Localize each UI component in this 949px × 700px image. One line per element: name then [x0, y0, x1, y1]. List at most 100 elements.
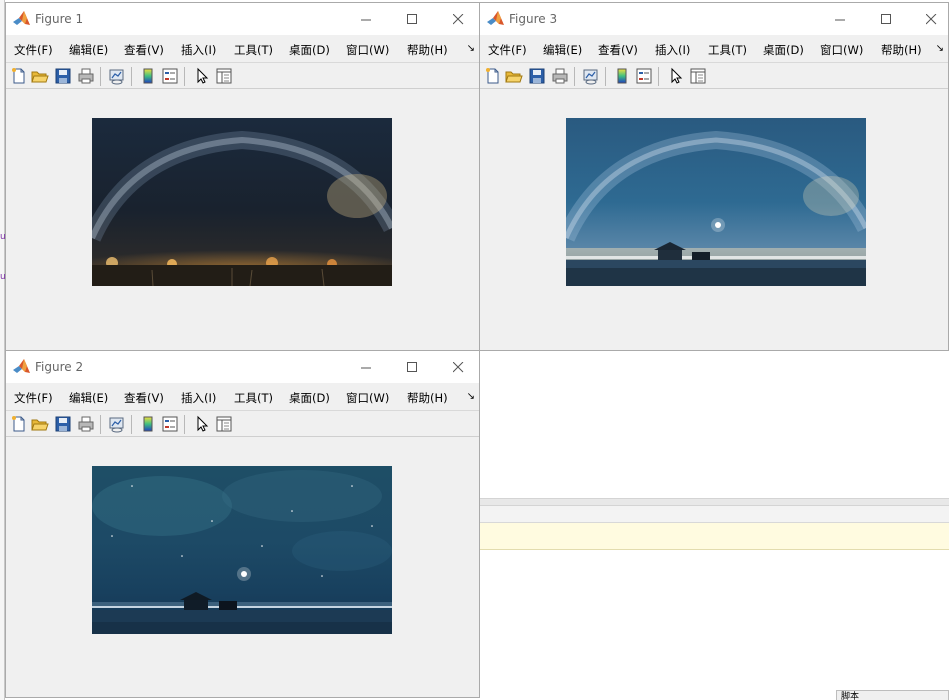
figure-canvas[interactable] — [6, 438, 479, 697]
menu-edit[interactable]: 编辑(E) — [69, 390, 108, 406]
close-button[interactable] — [908, 3, 948, 35]
figure-3-window[interactable]: Figure 3 文件(F) 编辑(E) 查看(V) 插入(I) 工具(T) 桌… — [479, 2, 949, 351]
menu-overflow-button[interactable]: ↘ — [467, 43, 475, 54]
print-button[interactable] — [77, 415, 95, 433]
menu-overflow-button[interactable]: ↘ — [936, 43, 944, 54]
insert-legend-icon — [162, 68, 178, 84]
property-inspector-button[interactable] — [689, 67, 707, 85]
print-icon — [78, 68, 94, 84]
matlab-logo-icon — [13, 11, 30, 25]
minimize-button[interactable] — [343, 351, 389, 383]
new-figure-button[interactable] — [484, 67, 502, 85]
menu-insert[interactable]: 插入(I) — [655, 42, 690, 58]
edit-plot-button[interactable] — [667, 67, 685, 85]
link-plot-button[interactable] — [108, 67, 126, 85]
edit-plot-pointer-icon — [197, 67, 209, 84]
menu-bar: 文件(F) 编辑(E) 查看(V) 插入(I) 工具(T) 桌面(D) 窗口(W… — [6, 383, 479, 410]
close-icon — [452, 13, 463, 24]
edit-plot-pointer-icon — [671, 67, 683, 84]
menu-help[interactable]: 帮助(H) — [407, 390, 448, 406]
menu-tools[interactable]: 工具(T) — [708, 42, 747, 58]
menu-tools[interactable]: 工具(T) — [234, 390, 273, 406]
menu-insert[interactable]: 插入(I) — [181, 390, 216, 406]
menu-overflow-button[interactable]: ↘ — [467, 391, 475, 402]
menu-tools[interactable]: 工具(T) — [234, 42, 273, 58]
figure-1-window[interactable]: Figure 1 文件(F) 编辑(E) 查看(V) 插入(I) 工具(T) 桌… — [5, 2, 480, 351]
link-plot-icon — [583, 69, 598, 85]
toolbar-separator — [100, 415, 101, 434]
link-plot-icon — [109, 69, 124, 85]
maximize-button[interactable] — [389, 3, 435, 35]
menu-desktop[interactable]: 桌面(D) — [289, 42, 330, 58]
menu-help[interactable]: 帮助(H) — [407, 42, 448, 58]
menu-insert[interactable]: 插入(I) — [181, 42, 216, 58]
figure-toolbar — [480, 62, 948, 89]
insert-legend-button[interactable] — [161, 67, 179, 85]
open-file-button[interactable] — [505, 67, 523, 85]
menu-desktop[interactable]: 桌面(D) — [763, 42, 804, 58]
link-plot-button[interactable] — [108, 415, 126, 433]
save-button[interactable] — [54, 415, 72, 433]
menu-view[interactable]: 查看(V) — [124, 42, 164, 58]
maximize-button[interactable] — [389, 351, 435, 383]
menu-view[interactable]: 查看(V) — [124, 390, 164, 406]
title-bar[interactable]: Figure 2 — [6, 351, 479, 383]
minimize-button[interactable] — [343, 3, 389, 35]
insert-legend-button[interactable] — [161, 415, 179, 433]
new-figure-button[interactable] — [10, 67, 28, 85]
title-bar[interactable]: Figure 3 — [480, 3, 948, 35]
menu-view[interactable]: 查看(V) — [598, 42, 638, 58]
print-icon — [78, 416, 94, 432]
edit-plot-button[interactable] — [193, 415, 211, 433]
minimize-button[interactable] — [817, 3, 863, 35]
menu-window[interactable]: 窗口(W) — [346, 42, 389, 58]
insert-colorbar-button[interactable] — [139, 67, 157, 85]
menu-window[interactable]: 窗口(W) — [346, 390, 389, 406]
edit-plot-button[interactable] — [193, 67, 211, 85]
figure-canvas[interactable] — [6, 90, 479, 350]
menu-bar: 文件(F) 编辑(E) 查看(V) 插入(I) 工具(T) 桌面(D) 窗口(W… — [480, 35, 948, 62]
insert-legend-button[interactable] — [635, 67, 653, 85]
print-button[interactable] — [551, 67, 569, 85]
figure-toolbar — [6, 62, 479, 89]
figure-canvas[interactable] — [480, 90, 948, 350]
menu-window[interactable]: 窗口(W) — [820, 42, 863, 58]
matlab-logo-icon — [487, 11, 504, 25]
open-file-icon — [505, 71, 523, 83]
figure-2-window[interactable]: Figure 2 文件(F) 编辑(E) 查看(V) 插入(I) 工具(T) 桌… — [5, 350, 480, 698]
new-figure-icon — [486, 68, 499, 84]
link-plot-button[interactable] — [582, 67, 600, 85]
save-icon — [529, 68, 545, 84]
menu-file[interactable]: 文件(F) — [488, 42, 527, 58]
maximize-icon — [406, 13, 417, 24]
main-window-status-tab[interactable]: 脚本 — [836, 690, 949, 700]
open-file-button[interactable] — [31, 415, 49, 433]
insert-colorbar-button[interactable] — [613, 67, 631, 85]
close-button[interactable] — [435, 351, 479, 383]
menu-desktop[interactable]: 桌面(D) — [289, 390, 330, 406]
property-inspector-button[interactable] — [215, 67, 233, 85]
status-tab-label: 脚本 — [841, 692, 860, 700]
open-file-button[interactable] — [31, 67, 49, 85]
maximize-button[interactable] — [863, 3, 909, 35]
milky-way-image — [92, 118, 392, 286]
menu-help[interactable]: 帮助(H) — [881, 42, 922, 58]
menu-file[interactable]: 文件(F) — [14, 390, 53, 406]
image-display — [92, 466, 392, 634]
insert-colorbar-icon — [143, 416, 153, 432]
main-window-panel-divider — [480, 498, 949, 506]
print-button[interactable] — [77, 67, 95, 85]
close-icon — [452, 361, 463, 372]
menu-edit[interactable]: 编辑(E) — [69, 42, 108, 58]
menu-edit[interactable]: 编辑(E) — [543, 42, 582, 58]
menu-file[interactable]: 文件(F) — [14, 42, 53, 58]
title-bar[interactable]: Figure 1 — [6, 3, 479, 35]
insert-colorbar-icon — [617, 68, 627, 84]
starry-lake-image — [92, 466, 392, 634]
property-inspector-button[interactable] — [215, 415, 233, 433]
close-button[interactable] — [435, 3, 479, 35]
new-figure-button[interactable] — [10, 415, 28, 433]
save-button[interactable] — [54, 67, 72, 85]
save-button[interactable] — [528, 67, 546, 85]
insert-colorbar-button[interactable] — [139, 415, 157, 433]
